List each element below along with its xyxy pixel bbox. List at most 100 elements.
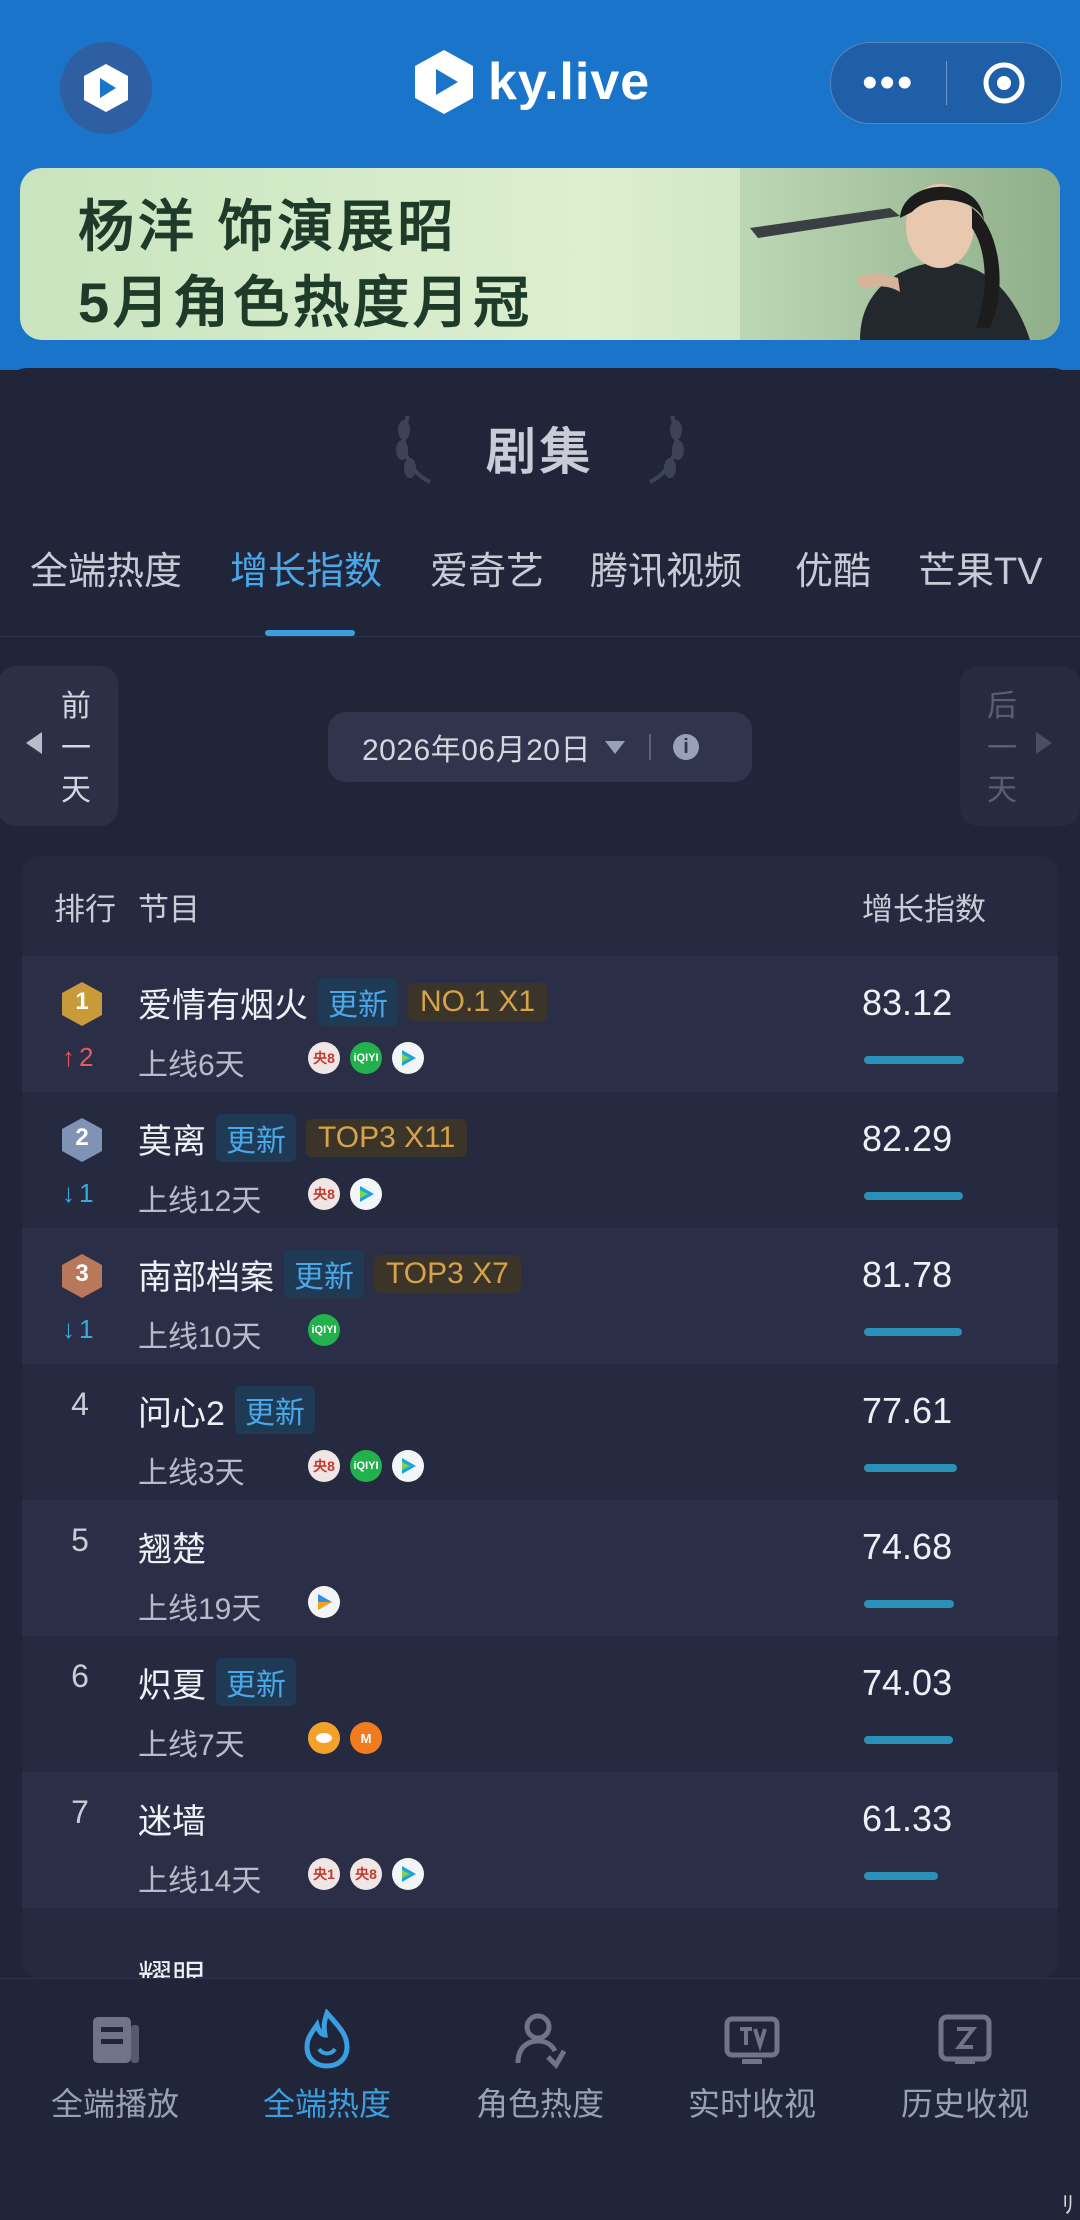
online-days: 上线12天 — [138, 1185, 262, 1218]
tab-youku[interactable]: 优酷 — [795, 540, 871, 595]
cctv8-icon: 央8 — [350, 1858, 382, 1890]
tab-growth-index[interactable]: 增长指数 — [230, 540, 382, 595]
program-title[interactable]: 翘楚 — [138, 1522, 206, 1571]
table-row[interactable]: 7 迷墙 上线14天 央1 央8 61.33 — [22, 1772, 1058, 1908]
category-tabs: 全端热度 增长指数 爱奇艺 腾讯视频 优酷 芒果TV — [0, 540, 1080, 620]
title-line: 翘楚 — [138, 1522, 206, 1570]
brand-name: ky.live — [488, 53, 651, 111]
nav-label: 角色热度 — [475, 2086, 604, 2122]
person-icon — [515, 2013, 567, 2069]
program-title[interactable]: 炽夏 — [138, 1658, 206, 1707]
table-row[interactable]: 1 ↑ 2 爱情有烟火 更新 NO.1 X1 上线6天 央8 iQIYI 83.1… — [22, 956, 1058, 1092]
online-days: 上线10天 — [138, 1321, 262, 1354]
cctv8-icon: 央8 — [308, 1042, 340, 1074]
program-title[interactable]: 问心2 — [138, 1386, 225, 1435]
score-bar — [864, 1056, 964, 1064]
title-line: 莫离 更新 TOP3 X11 — [138, 1114, 468, 1163]
top-header: ky.live ••• 杨洋 饰演展昭 5月角色热度月冠 — [0, 0, 1080, 370]
info-icon[interactable]: i — [672, 734, 699, 760]
nav-label: 实时收视 — [687, 2086, 816, 2122]
tv-icon — [724, 2016, 780, 2064]
nav-all-playback[interactable]: 全端播放 — [10, 1999, 220, 2129]
mini-program-capsule: ••• — [830, 42, 1062, 124]
date-text: 2026年06月20日 — [362, 734, 591, 767]
promo-banner[interactable]: 杨洋 饰演展昭 5月角色热度月冠 — [20, 168, 1060, 340]
title-line: 迷墙 — [138, 1794, 206, 1842]
youku-icon — [308, 1586, 340, 1618]
tab-tencent[interactable]: 腾讯视频 — [590, 540, 742, 595]
nav-label: 全端热度 — [262, 2086, 391, 2122]
update-badge: 更新 — [216, 1114, 296, 1162]
table-row[interactable]: 6 炽夏 更新 上线7天 M 74.03 — [22, 1636, 1058, 1772]
banner-line1: 杨洋 饰演展昭 — [78, 195, 458, 258]
prev-day-button[interactable]: 前一天 — [0, 666, 118, 826]
tab-iqiyi[interactable]: 爱奇艺 — [430, 540, 544, 595]
program-title[interactable]: 迷墙 — [138, 1794, 206, 1843]
program-title[interactable]: 莫离 — [138, 1114, 206, 1163]
rank-number: 4 — [71, 1386, 89, 1422]
next-day-button[interactable]: 后一天 — [960, 666, 1080, 826]
growth-score: 83.12 — [862, 982, 953, 1023]
cctv8-icon: 央8 — [308, 1450, 340, 1482]
date-picker[interactable]: 2026年06月20日 i — [328, 712, 752, 782]
more-dots-icon[interactable]: ••• — [831, 61, 946, 105]
tab-all-heat[interactable]: 全端热度 — [30, 540, 182, 595]
platform-icons: 央8 iQIYI — [308, 1450, 424, 1482]
online-days: 上线6天 — [138, 1049, 245, 1082]
platform-icons: M — [308, 1722, 382, 1754]
rank-number: 6 — [71, 1658, 89, 1694]
growth-score: 81.78 — [862, 1254, 953, 1295]
tabs-divider — [0, 636, 1080, 637]
nav-role-heat[interactable]: 角色热度 — [435, 1999, 645, 2129]
mgtv-icon: M — [350, 1722, 382, 1754]
arrow-down-icon: ↓ — [62, 1314, 75, 1344]
cctv1-icon: 央1 — [308, 1858, 340, 1890]
prev-day-label: 前一天 — [61, 690, 91, 807]
rank-number: 5 — [71, 1522, 89, 1558]
ranking-table: 排行 节目 增长指数 1 ↑ 2 爱情有烟火 更新 NO.1 X1 上线6天 央8… — [22, 856, 1058, 1978]
growth-score: 74.03 — [862, 1662, 953, 1703]
update-badge: 更新 — [318, 978, 398, 1026]
hunan-tv-icon — [308, 1722, 340, 1754]
score-bar — [864, 1736, 953, 1744]
arrow-up-icon: ↑ — [62, 1042, 75, 1072]
panel-title: 剧集 — [486, 424, 594, 480]
bottom-nav: 全端播放 全端热度 角色热度 实时收视 历史收视 — [0, 1978, 1080, 2220]
arrow-right-icon — [1036, 732, 1052, 754]
top-badge: TOP3 X11 — [306, 1119, 468, 1157]
arrow-left-icon — [26, 732, 42, 754]
growth-score: 77.61 — [862, 1390, 953, 1431]
program-title[interactable]: 爱情有烟火 — [138, 978, 308, 1027]
nav-history-ratings[interactable]: 历史收视 — [860, 1999, 1070, 2129]
target-icon[interactable] — [947, 59, 1062, 107]
table-row[interactable]: 5 翘楚 上线19天 74.68 — [22, 1500, 1058, 1636]
next-day-label: 后一天 — [987, 690, 1017, 807]
program-title[interactable]: 南部档案 — [138, 1250, 274, 1299]
growth-score: 82.29 — [862, 1118, 953, 1159]
app-logo-button[interactable] — [60, 42, 152, 134]
brand-logo-icon — [415, 50, 473, 114]
tencent-video-icon — [392, 1450, 424, 1482]
platform-icons: iQIYI — [308, 1314, 340, 1346]
rank-change-value: 2 — [79, 1042, 94, 1072]
date-separator — [648, 734, 651, 760]
table-row[interactable]: 3 ↓ 1 南部档案 更新 TOP3 X7 上线10天 iQIYI 81.78 — [22, 1228, 1058, 1364]
table-header: 排行 节目 增长指数 — [22, 856, 1058, 956]
platform-icons: 央8 iQIYI — [308, 1042, 424, 1074]
growth-score: 74.68 — [862, 1526, 953, 1567]
header-program: 节目 — [138, 892, 200, 927]
table-row-partial[interactable]: 耀眼 — [22, 1944, 1058, 1978]
tab-mgtv[interactable]: 芒果TV — [918, 540, 1043, 595]
table-row[interactable]: 4 问心2 更新 上线3天 央8 iQIYI 77.61 — [22, 1364, 1058, 1500]
laurel-left-icon — [396, 415, 431, 484]
online-days: 上线14天 — [138, 1865, 262, 1898]
update-badge: 更新 — [284, 1250, 364, 1298]
tencent-video-icon — [392, 1042, 424, 1074]
table-row[interactable]: 2 ↓ 1 莫离 更新 TOP3 X11 上线12天 央8 82.29 — [22, 1092, 1058, 1228]
corner-mark: ﾘ — [1062, 2192, 1074, 2219]
rank-number: 3 — [75, 1260, 89, 1287]
caret-down-icon — [604, 740, 625, 754]
nav-realtime-ratings[interactable]: 实时收视 — [647, 1999, 857, 2129]
title-line: 问心2 更新 — [138, 1386, 315, 1434]
nav-all-heat[interactable]: 全端热度 — [222, 1999, 432, 2129]
